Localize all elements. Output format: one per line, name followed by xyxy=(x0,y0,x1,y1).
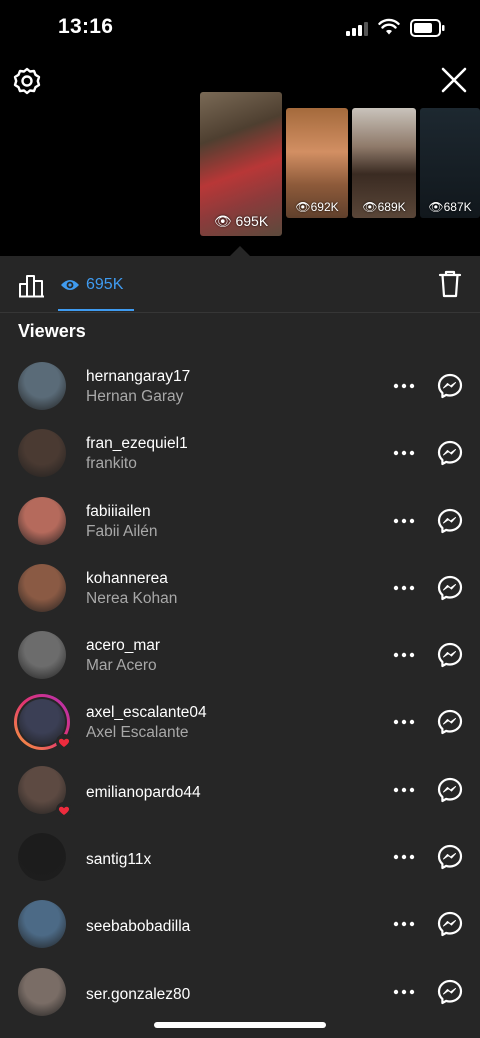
settings-gear-icon[interactable] xyxy=(12,66,42,96)
viewer-fullname: Axel Escalante xyxy=(86,724,189,742)
cellular-signal-icon xyxy=(346,22,368,36)
wifi-icon xyxy=(378,18,400,35)
viewers-count: 695K xyxy=(86,276,124,293)
story-views-count: 692K xyxy=(310,200,339,214)
viewer-fullname: Nerea Kohan xyxy=(86,589,178,607)
messenger-icon[interactable] xyxy=(437,709,463,735)
heart-like-icon xyxy=(56,734,72,751)
messenger-icon[interactable] xyxy=(437,642,463,668)
viewer-row[interactable]: emilianopardo44 xyxy=(0,750,480,818)
avatar[interactable] xyxy=(18,429,66,478)
viewer-row[interactable]: ser.gonzalez80 xyxy=(0,952,480,1019)
messenger-icon[interactable] xyxy=(437,979,463,1005)
more-options-icon[interactable] xyxy=(392,718,416,726)
more-options-icon[interactable] xyxy=(392,786,416,794)
story-views-count: 695K xyxy=(235,213,269,229)
more-options-icon[interactable] xyxy=(392,988,416,996)
viewer-fullname: Fabii Ailén xyxy=(86,522,158,540)
story-header: 13:16 👁 695K 👁692K 👁689K 👁687K xyxy=(0,0,480,256)
viewer-row[interactable]: seebabobadilla xyxy=(0,884,480,951)
eye-icon xyxy=(61,280,79,290)
story-views-label: 👁689K xyxy=(362,200,406,214)
status-bar: 13:16 xyxy=(0,0,480,56)
avatar[interactable] xyxy=(18,967,66,1016)
viewer-username: ser.gonzalez80 xyxy=(86,985,191,1003)
viewer-username: kohannerea xyxy=(86,569,168,587)
viewer-username: emilianopardo44 xyxy=(86,783,201,801)
heart-like-icon xyxy=(56,801,72,818)
messenger-icon[interactable] xyxy=(437,575,463,601)
avatar[interactable] xyxy=(18,563,66,612)
viewer-row[interactable]: fabiiiailen Fabii Ailén xyxy=(0,481,480,548)
viewer-row[interactable]: fran_ezequiel1 frankito xyxy=(0,413,480,480)
viewer-username: fabiiiailen xyxy=(86,502,151,520)
viewer-row[interactable]: acero_mar Mar Acero xyxy=(0,615,480,682)
more-options-icon[interactable] xyxy=(392,853,416,861)
story-views-count: 687K xyxy=(443,200,472,214)
avatar[interactable] xyxy=(18,631,66,680)
messenger-icon[interactable] xyxy=(437,373,463,399)
viewer-fullname: Hernan Garay xyxy=(86,388,184,405)
story-thumbnail[interactable]: 👁692K xyxy=(286,108,348,218)
viewer-row[interactable]: kohannerea Nerea Kohan xyxy=(0,548,480,615)
messenger-icon[interactable] xyxy=(437,508,463,534)
status-time: 13:16 xyxy=(58,15,114,38)
story-views-label: 👁 695K xyxy=(213,213,269,229)
selected-story-pointer xyxy=(230,246,250,256)
viewer-username: hernangaray17 xyxy=(86,368,191,385)
avatar[interactable] xyxy=(18,496,66,545)
trash-icon[interactable] xyxy=(438,270,462,298)
avatar[interactable] xyxy=(18,833,66,882)
story-thumbnail[interactable]: 👁687K xyxy=(420,108,480,218)
viewer-fullname: frankito xyxy=(86,455,137,473)
messenger-icon[interactable] xyxy=(437,440,463,466)
more-options-icon[interactable] xyxy=(392,920,416,928)
more-options-icon[interactable] xyxy=(392,584,416,592)
messenger-icon[interactable] xyxy=(437,777,463,803)
section-title: Viewers xyxy=(18,321,86,341)
viewer-row[interactable]: santig11x xyxy=(0,817,480,884)
story-thumbnail-selected[interactable]: 👁 695K xyxy=(200,92,282,236)
battery-icon xyxy=(410,19,445,37)
avatar[interactable] xyxy=(18,900,66,949)
story-views-label: 👁687K xyxy=(428,200,472,214)
messenger-icon[interactable] xyxy=(437,911,463,937)
story-views-label: 👁692K xyxy=(295,200,339,214)
tab-viewers[interactable]: 695K xyxy=(60,272,123,298)
viewer-username: acero_mar xyxy=(86,637,161,655)
insights-chart-icon[interactable] xyxy=(18,272,46,298)
viewer-username: seebabobadilla xyxy=(86,918,191,936)
close-icon[interactable] xyxy=(440,66,468,94)
active-tab-indicator xyxy=(58,309,134,311)
viewers-list: hernangaray17 Hernan Garay fran_ezequiel… xyxy=(0,346,480,1019)
more-options-icon[interactable] xyxy=(392,449,416,457)
story-views-count: 689K xyxy=(377,200,406,214)
more-options-icon[interactable] xyxy=(392,382,416,390)
more-options-icon[interactable] xyxy=(392,651,416,659)
avatar[interactable] xyxy=(18,362,66,410)
more-options-icon[interactable] xyxy=(392,517,416,525)
viewer-row[interactable]: axel_escalante04 Axel Escalante xyxy=(0,682,480,751)
story-thumbnail[interactable]: 👁689K xyxy=(352,108,416,218)
viewer-row[interactable]: hernangaray17 Hernan Garay xyxy=(0,346,480,413)
viewer-fullname: Mar Acero xyxy=(86,657,157,675)
messenger-icon[interactable] xyxy=(437,844,463,870)
viewer-username: axel_escalante04 xyxy=(86,704,207,722)
home-indicator[interactable] xyxy=(154,1022,326,1028)
viewer-username: fran_ezequiel1 xyxy=(86,435,188,453)
viewer-username: santig11x xyxy=(86,851,152,869)
